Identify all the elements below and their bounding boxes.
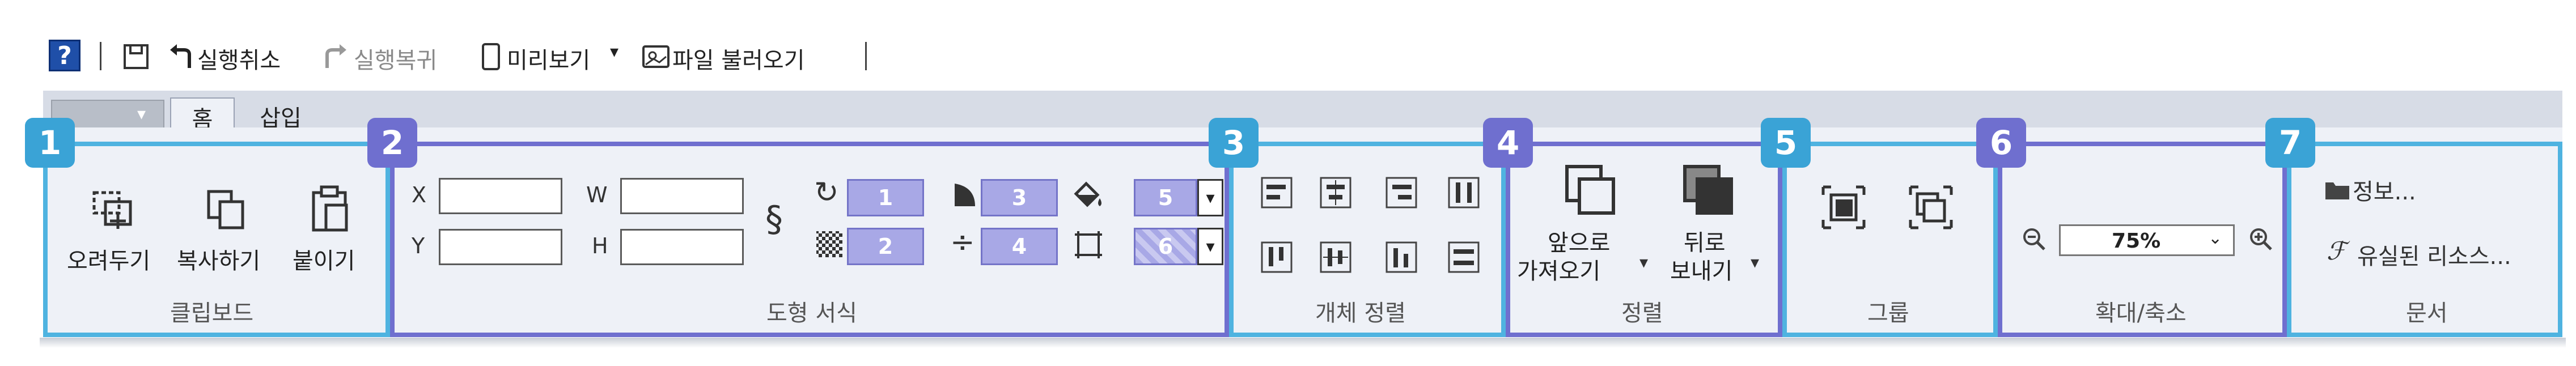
link-aspect-icon[interactable]: § bbox=[765, 198, 783, 240]
group-label-grouping: 그룹 bbox=[1867, 300, 1909, 326]
align-center-icon[interactable] bbox=[1319, 176, 1353, 210]
import-file-label[interactable]: 파일 불러오기 bbox=[672, 42, 805, 75]
corner-value-box[interactable]: 3 bbox=[981, 179, 1058, 216]
undo-icon[interactable] bbox=[167, 43, 193, 70]
group-label-document: 문서 bbox=[2406, 300, 2448, 326]
send-backward-dropdown-icon[interactable]: ▾ bbox=[1751, 253, 1759, 273]
undo-label[interactable]: 실행취소 bbox=[197, 42, 281, 75]
import-file-icon[interactable] bbox=[641, 43, 671, 70]
fill-bucket-icon[interactable] bbox=[1071, 179, 1105, 211]
document-info-link[interactable]: 정보... bbox=[2353, 173, 2416, 206]
cut-button-label[interactable]: 오려두기 bbox=[67, 242, 150, 275]
w-label: W bbox=[586, 182, 608, 207]
save-icon[interactable] bbox=[122, 43, 150, 70]
paste-button-label[interactable]: 붙이기 bbox=[293, 242, 355, 275]
badge-4: 4 bbox=[1483, 118, 1533, 168]
border-color-box-label: 6 bbox=[1158, 234, 1173, 259]
ungroup-objects-icon[interactable] bbox=[1908, 185, 1954, 230]
fill-color-dropdown[interactable]: ▾ bbox=[1197, 179, 1223, 216]
rotate-icon[interactable]: ↻ bbox=[814, 176, 839, 210]
file-menu-dropdown-icon: ▾ bbox=[137, 104, 146, 124]
group-label-object-align: 개체 정렬 bbox=[1315, 300, 1406, 326]
redo-icon[interactable] bbox=[324, 43, 350, 70]
distribute-horizontal-icon[interactable] bbox=[1447, 176, 1481, 210]
missing-resources-link[interactable]: 유실된 리소스... bbox=[2357, 238, 2511, 271]
group-label-clipboard: 클립보드 bbox=[170, 300, 254, 326]
preview-icon[interactable] bbox=[481, 42, 501, 71]
width-field[interactable] bbox=[620, 178, 744, 214]
badge-3: 3 bbox=[1209, 118, 1259, 168]
app-help-icon[interactable]: ? bbox=[49, 40, 80, 71]
send-backward-icon[interactable] bbox=[1683, 164, 1734, 215]
quick-access-toolbar: ? 실행취소 실행복귀 미리보기 ▾ 파일 불러오기 bbox=[43, 34, 950, 79]
badge-5: 5 bbox=[1761, 118, 1811, 168]
group-label-zoom: 확대/축소 bbox=[2095, 300, 2187, 326]
height-field[interactable] bbox=[620, 229, 744, 265]
x-label: X bbox=[412, 182, 427, 207]
corner-shape-icon[interactable] bbox=[952, 181, 977, 208]
badge-2: 2 bbox=[367, 118, 417, 168]
align-left-icon[interactable] bbox=[1260, 176, 1294, 210]
missing-resources-icon: ℱ bbox=[2327, 237, 2346, 266]
y-position-field[interactable] bbox=[439, 229, 562, 265]
zoom-in-icon[interactable] bbox=[2248, 227, 2273, 252]
bring-forward-icon[interactable] bbox=[1565, 164, 1616, 215]
distribute-vertical-icon[interactable] bbox=[1447, 240, 1481, 274]
h-label: H bbox=[592, 233, 608, 258]
group-label-arrange: 정렬 bbox=[1621, 300, 1663, 326]
group-objects-icon[interactable] bbox=[1821, 185, 1866, 230]
fill-color-box-label: 5 bbox=[1158, 185, 1173, 210]
zoom-dropdown-icon: ⌄ bbox=[2208, 228, 2223, 248]
rotate-value-box[interactable]: 1 bbox=[847, 179, 924, 216]
separator bbox=[100, 42, 101, 70]
badge-7: 7 bbox=[2265, 118, 2315, 168]
align-right-icon[interactable] bbox=[1384, 176, 1418, 210]
folder-icon bbox=[2325, 182, 2349, 199]
ribbon-shadow bbox=[40, 338, 2566, 348]
group-label-shape-format: 도형 서식 bbox=[766, 300, 857, 326]
send-backward-label-2[interactable]: 보내기 bbox=[1670, 253, 1732, 286]
divide-value-box[interactable]: 4 bbox=[981, 228, 1058, 265]
paste-icon[interactable] bbox=[309, 185, 352, 233]
bring-forward-dropdown-icon[interactable]: ▾ bbox=[1639, 253, 1648, 273]
zoom-out-icon[interactable] bbox=[2022, 227, 2047, 252]
align-top-icon[interactable] bbox=[1260, 240, 1294, 274]
zoom-level-select[interactable]: 75% ⌄ bbox=[2059, 224, 2235, 256]
y-label: Y bbox=[412, 233, 425, 258]
separator bbox=[865, 42, 867, 70]
x-position-field[interactable] bbox=[439, 178, 562, 214]
preview-label[interactable]: 미리보기 bbox=[507, 42, 590, 75]
badge-6: 6 bbox=[1976, 118, 2026, 168]
redo-label[interactable]: 실행복귀 bbox=[354, 42, 437, 75]
preview-dropdown-icon[interactable]: ▾ bbox=[610, 42, 618, 62]
align-bottom-icon[interactable] bbox=[1384, 240, 1418, 274]
border-color-box[interactable]: 6 bbox=[1134, 228, 1197, 265]
align-middle-icon[interactable] bbox=[1319, 240, 1353, 274]
badge-1: 1 bbox=[25, 118, 75, 168]
divide-icon[interactable]: ÷ bbox=[950, 225, 975, 259]
border-color-dropdown[interactable]: ▾ bbox=[1197, 228, 1223, 265]
border-frame-icon[interactable] bbox=[1073, 229, 1104, 261]
zoom-level-value: 75% bbox=[2112, 229, 2161, 253]
pattern-value-box[interactable]: 2 bbox=[847, 228, 924, 265]
bring-forward-label-2[interactable]: 가져오기 bbox=[1517, 253, 1600, 286]
cut-icon[interactable] bbox=[91, 187, 136, 232]
pattern-fill-icon[interactable] bbox=[815, 230, 844, 258]
fill-color-box[interactable]: 5 bbox=[1134, 179, 1197, 216]
copy-button-label[interactable]: 복사하기 bbox=[177, 242, 260, 275]
copy-icon[interactable] bbox=[204, 187, 249, 232]
